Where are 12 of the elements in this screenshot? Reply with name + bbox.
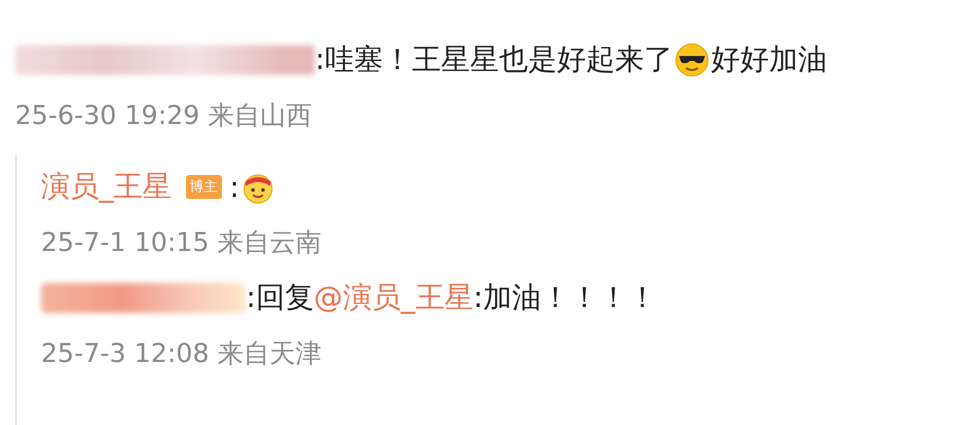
- comment-text: :回复: [246, 279, 314, 316]
- reply-time: 25-7-3 12:08 来自天津: [41, 338, 322, 371]
- comment-time: 25-6-30 19:29 来自山西: [15, 100, 313, 133]
- reply-time: 25-7-1 10:15 来自云南: [41, 227, 322, 260]
- mention-link[interactable]: @演员_王星: [314, 278, 474, 318]
- comment-text: :加油！！！！: [473, 279, 658, 316]
- comment-text: 好好加油: [710, 41, 827, 78]
- author-badge: 博主: [186, 175, 222, 199]
- comment-text: :哇塞！王星星也是好起来了: [315, 41, 673, 78]
- comment-text: :: [230, 170, 240, 204]
- username-link[interactable]: 演员_王星: [41, 167, 172, 207]
- sunglasses-emoji-icon: [674, 43, 709, 77]
